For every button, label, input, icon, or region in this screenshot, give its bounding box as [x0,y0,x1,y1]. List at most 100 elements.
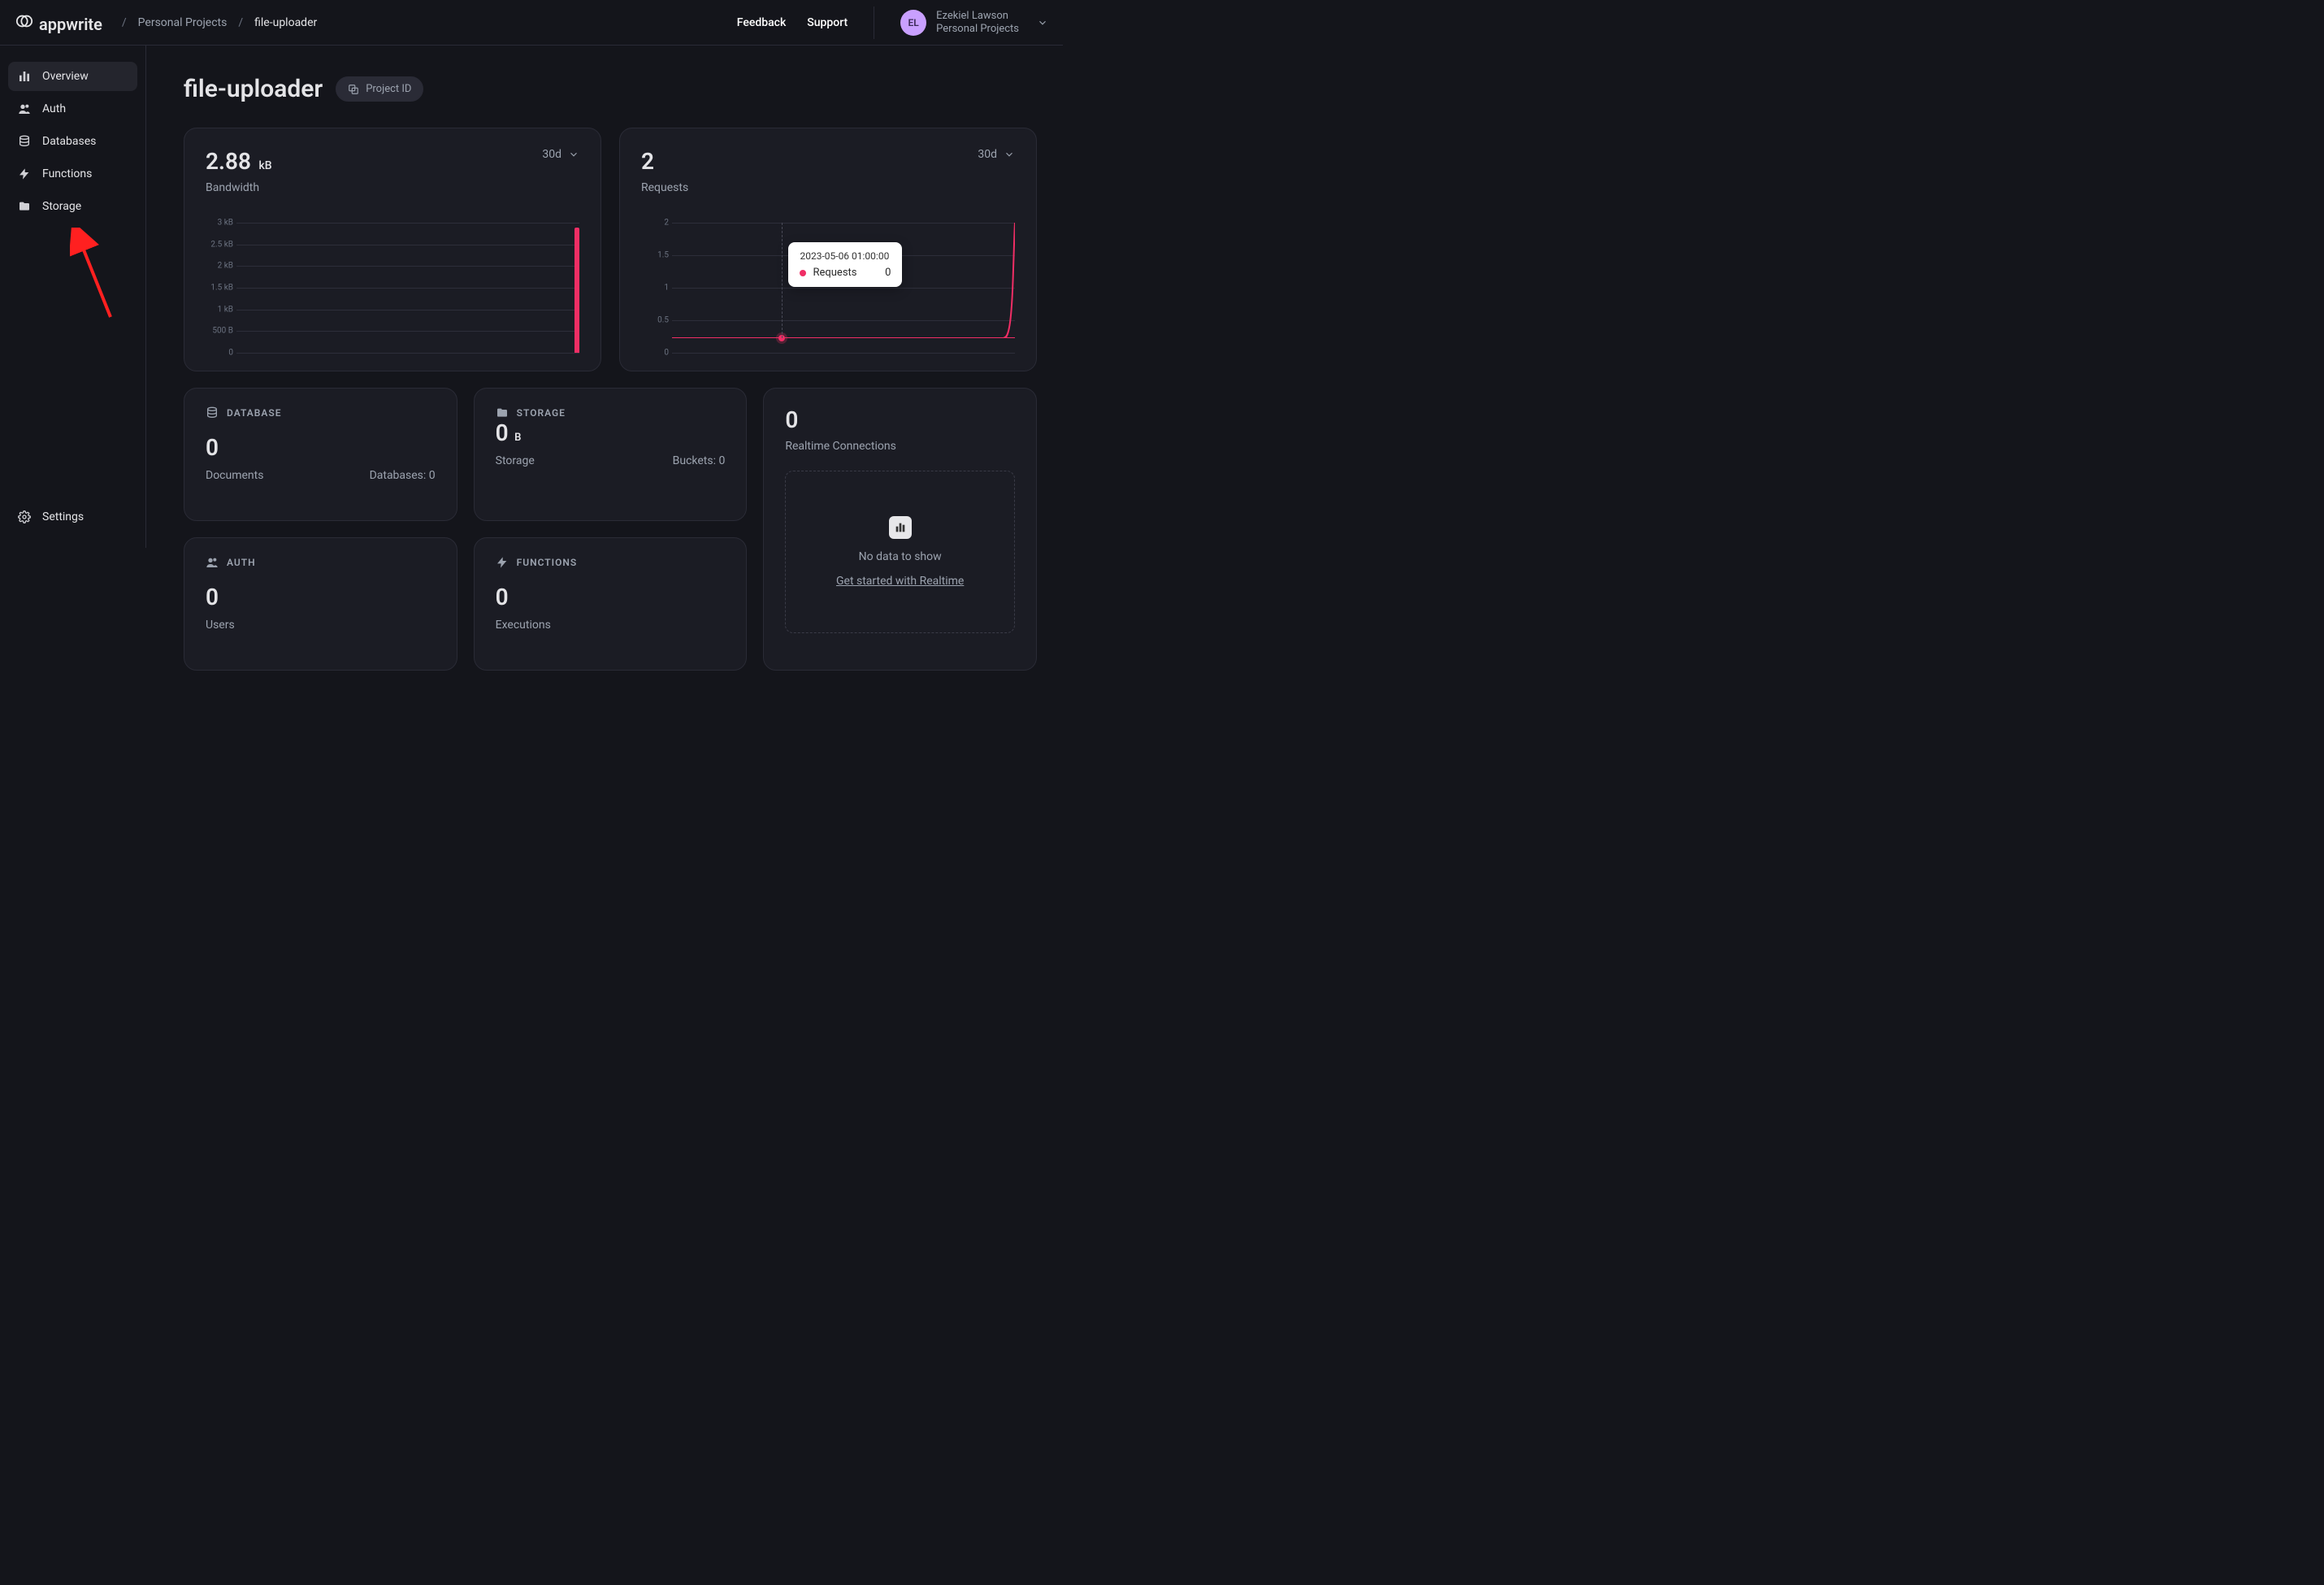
database-icon [206,406,219,419]
storage-icon [18,200,31,213]
axis-tick-label: 0.5 [641,316,669,325]
requests-tooltip: 2023-05-06 01:00:00 Requests 0 [788,242,902,287]
bandwidth-label: Bandwidth [206,181,272,194]
storage-card[interactable]: STORAGE 0 B Storage Buckets: 0 [474,388,748,521]
axis-tick-label: 500 B [206,327,233,336]
sidebar-item-functions[interactable]: Functions [8,159,137,189]
breadcrumb: / Personal Projects / file-uploader [122,16,317,29]
requests-range-select[interactable]: 30d [978,148,1015,161]
storage-left-label: Storage [496,454,535,467]
gridline [236,266,579,267]
axis-tick-label: 1.5 kB [206,284,233,293]
gear-icon [18,510,31,523]
realtime-empty-state: No data to show Get started with Realtim… [785,471,1015,633]
bandwidth-card: 2.88 kB Bandwidth 30d 3 kB 2.5 kB 2 kB 1.5 … [184,128,601,371]
folder-icon [496,406,509,419]
database-card[interactable]: DATABASE 0 Documents Databases: 0 [184,388,457,521]
database-right-label: Databases: 0 [370,469,436,482]
sidebar-item-label: Functions [42,167,92,180]
appwrite-logo-icon [15,11,34,31]
main-content: file-uploader Project ID 2.88 kB Bandwid… [146,46,1063,725]
axis-tick-label: 0 [641,349,669,358]
range-value: 30d [542,148,561,161]
requests-spike [1004,223,1015,338]
bandwidth-range-select[interactable]: 30d [542,148,579,161]
storage-right-label: Buckets: 0 [673,454,726,467]
bandwidth-value: 2.88 [206,148,251,175]
gridline [236,353,579,354]
card-title: AUTH [227,557,256,568]
topbar: appwrite / Personal Projects / file-uplo… [0,0,1063,46]
avatar: EL [900,10,926,36]
tooltip-series-label: Requests [813,267,878,279]
card-title: FUNCTIONS [517,557,578,568]
tooltip-date: 2023-05-06 01:00:00 [800,250,891,262]
gridline [236,288,579,289]
sidebar: Overview Auth Databases Functions [0,46,146,548]
axis-tick-label: 3 kB [206,219,233,228]
storage-unit: B [514,432,521,444]
chevron-down-icon [1037,17,1048,28]
user-org: Personal Projects [936,23,1019,36]
bandwidth-bar-last [574,228,579,353]
card-title: STORAGE [517,407,566,419]
copy-icon [348,84,359,95]
gridline [236,331,579,332]
functions-value: 0 [496,584,726,610]
requests-label: Requests [641,181,688,194]
brand-name: appwrite [39,15,102,34]
functions-left-label: Executions [496,619,551,632]
brand-logo[interactable]: appwrite [15,11,102,34]
tooltip-series-value: 0 [885,267,891,279]
bolt-icon [496,556,509,569]
realtime-card: 0 Realtime Connections No data to show G… [763,388,1037,671]
axis-tick-label: 2.5 kB [206,240,233,249]
functions-icon [18,167,31,180]
breadcrumb-sep: / [238,16,243,29]
support-link[interactable]: Support [807,16,848,29]
database-left-label: Documents [206,469,263,482]
requests-hover-guide [782,223,783,338]
project-id-pill[interactable]: Project ID [336,76,423,102]
sidebar-item-label: Storage [42,200,81,213]
account-menu[interactable]: EL Ezekiel Lawson Personal Projects [900,10,1048,36]
axis-tick-label: 1 [641,284,669,293]
range-value: 30d [978,148,997,161]
bandwidth-chart: 3 kB2.5 kB2 kB1.5 kB1 kB500 B0 [206,223,579,353]
sidebar-item-overview[interactable]: Overview [8,62,137,91]
functions-card[interactable]: FUNCTIONS 0 Executions [474,537,748,671]
axis-tick-label: 2 [641,219,669,228]
requests-series-line [672,337,1015,339]
users-icon [206,556,219,569]
realtime-value: 0 [785,406,1015,433]
sidebar-item-databases[interactable]: Databases [8,127,137,156]
realtime-label: Realtime Connections [785,440,1015,453]
sidebar-item-auth[interactable]: Auth [8,94,137,124]
requests-chart: 21.510.50 2023-05-06 01:00:00 [641,223,1015,353]
sidebar-item-label: Databases [42,135,96,148]
page-title: file-uploader [184,75,323,103]
sidebar-nav: Overview Auth Databases Functions [8,62,137,221]
bar-chart-icon [889,516,912,539]
database-value: 0 [206,434,436,461]
sidebar-item-label: Overview [42,70,89,83]
realtime-empty-message: No data to show [859,550,942,563]
requests-card: 2 Requests 30d 21.510.50 [619,128,1037,371]
auth-left-label: Users [206,619,235,632]
sidebar-item-storage[interactable]: Storage [8,192,137,221]
feedback-link[interactable]: Feedback [737,16,786,29]
overview-icon [18,70,31,83]
axis-tick-label: 1.5 [641,251,669,260]
sidebar-item-settings[interactable]: Settings [8,502,137,532]
breadcrumb-project[interactable]: file-uploader [254,16,317,29]
auth-icon [18,102,31,115]
user-name: Ezekiel Lawson [936,10,1019,23]
realtime-get-started-link[interactable]: Get started with Realtime [836,575,964,588]
auth-card[interactable]: AUTH 0 Users [184,537,457,671]
breadcrumb-org[interactable]: Personal Projects [138,16,228,29]
axis-tick-label: 0 [206,349,233,358]
axis-tick-label: 2 kB [206,262,233,271]
series-dot-icon [800,270,806,276]
storage-value: 0 [496,419,509,446]
bandwidth-unit: kB [258,159,271,172]
